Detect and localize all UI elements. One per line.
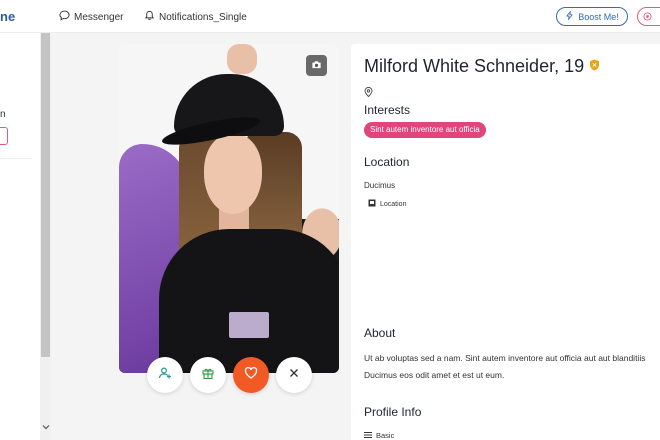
profile-info-heading: Profile Info bbox=[364, 405, 422, 419]
target-icon bbox=[643, 8, 652, 26]
location-link-label: Location bbox=[380, 200, 407, 208]
send-gift-button[interactable] bbox=[190, 357, 226, 393]
boost-me-label: Boost Me! bbox=[578, 11, 619, 22]
about-line: Ducimus eos odit amet et est ut eum. bbox=[364, 370, 505, 380]
brand-logo[interactable]: ne bbox=[0, 9, 15, 24]
nav-notifications-label: Notifications_Single bbox=[159, 11, 247, 23]
profile-name-row: Milford White Schneider, 19 bbox=[364, 56, 600, 77]
chat-bubble-icon bbox=[59, 10, 70, 24]
interests-heading: Interests bbox=[364, 103, 411, 117]
boost-me-button[interactable]: Boost Me! bbox=[556, 7, 628, 26]
like-button[interactable] bbox=[233, 357, 269, 393]
add-user-icon bbox=[158, 366, 172, 385]
about-heading: About bbox=[364, 326, 396, 340]
about-line: Ut ab voluptas sed a nam. Sint autem inv… bbox=[364, 353, 646, 363]
profile-name: Milford White Schneider, 19 bbox=[364, 56, 585, 76]
location-pin-icon bbox=[364, 84, 373, 98]
interest-tag[interactable]: Sint autem inventore aut officia bbox=[364, 122, 486, 138]
profile-photo[interactable] bbox=[119, 44, 339, 373]
shield-badge-icon bbox=[589, 58, 600, 76]
nav-messenger-label: Messenger bbox=[74, 11, 124, 23]
camera-icon bbox=[311, 57, 322, 75]
top-navbar: ne Messenger Notifications_Single Boost … bbox=[0, 0, 660, 33]
sidebar: n bbox=[0, 33, 40, 440]
bell-icon bbox=[144, 10, 155, 24]
nav-messenger[interactable]: Messenger bbox=[59, 10, 123, 24]
lightning-icon bbox=[565, 11, 574, 22]
about-text: Ut ab voluptas sed a nam. Sint autem inv… bbox=[364, 350, 660, 384]
sidebar-divider bbox=[0, 158, 32, 159]
dismiss-button[interactable] bbox=[276, 357, 312, 393]
location-value: Ducimus bbox=[364, 181, 396, 190]
gift-icon bbox=[201, 366, 215, 385]
sidebar-item-label[interactable]: n bbox=[0, 109, 6, 120]
scroll-down-icon[interactable] bbox=[40, 420, 51, 434]
heart-icon bbox=[244, 366, 258, 385]
close-icon bbox=[287, 366, 301, 385]
list-icon bbox=[364, 431, 372, 440]
add-friend-button[interactable] bbox=[147, 357, 183, 393]
map-icon bbox=[368, 199, 376, 209]
scrollbar-thumb[interactable] bbox=[41, 33, 50, 357]
location-heading: Location bbox=[364, 155, 410, 169]
nav-notifications[interactable]: Notifications_Single bbox=[144, 10, 247, 24]
basic-info-item[interactable]: Basic bbox=[364, 431, 394, 440]
basic-info-label: Basic bbox=[376, 431, 395, 440]
sidebar-button[interactable] bbox=[0, 127, 8, 145]
camera-button[interactable] bbox=[306, 55, 327, 76]
location-link[interactable]: Location bbox=[368, 199, 406, 209]
header-action-button[interactable] bbox=[637, 7, 660, 26]
